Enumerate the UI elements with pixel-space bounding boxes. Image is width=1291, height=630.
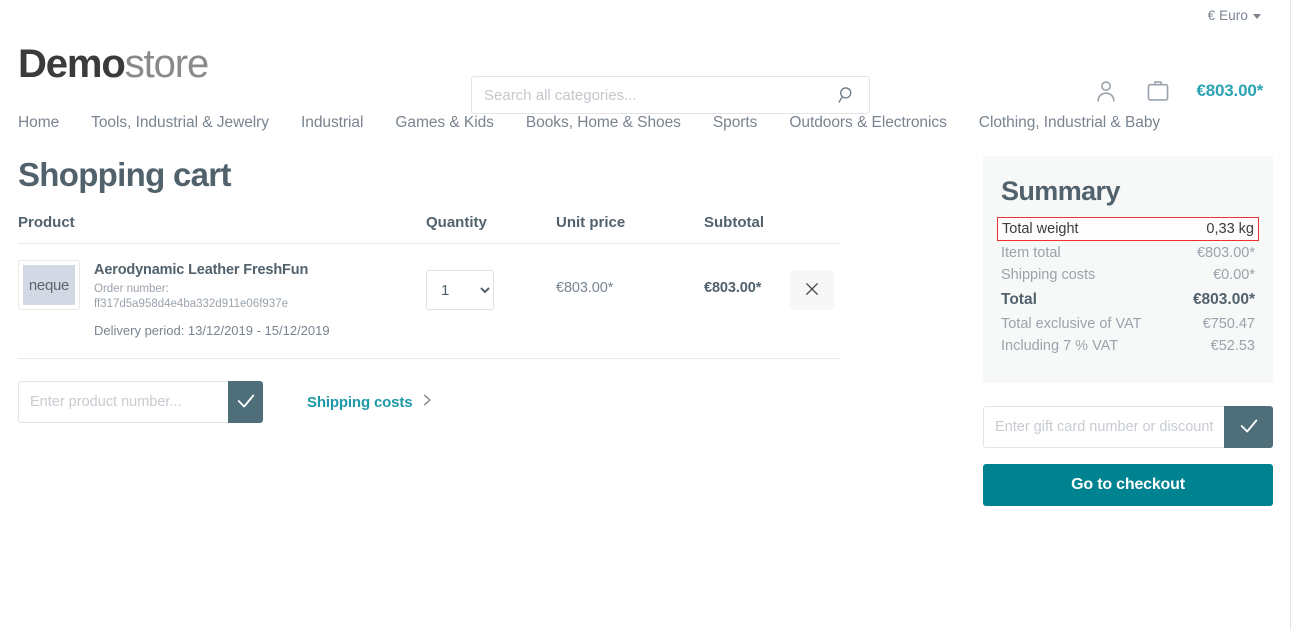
currency-label: € Euro <box>1208 8 1248 23</box>
remove-item-button[interactable] <box>790 270 834 310</box>
nav-item-tools[interactable]: Tools, Industrial & Jewelry <box>91 114 269 132</box>
summary-value-shipping-costs: €0.00* <box>1213 267 1255 283</box>
layout-spacer <box>840 138 983 506</box>
header-cart-total[interactable]: €803.00* <box>1197 81 1263 101</box>
product-delivery-period: Delivery period: 13/12/2019 - 15/12/2019 <box>94 323 330 338</box>
go-to-checkout-button[interactable]: Go to checkout <box>983 464 1273 506</box>
nav-item-industrial[interactable]: Industrial <box>301 114 363 132</box>
product-order-number-label: Order number: <box>94 282 330 297</box>
nav-item-games-kids[interactable]: Games & Kids <box>395 114 493 132</box>
cart-table-header: Product Quantity Unit price Subtotal <box>18 214 840 244</box>
search-input[interactable] <box>484 87 837 104</box>
summary-row-including-vat: Including 7 % VAT €52.53 <box>1001 335 1255 357</box>
summary-label-item-total: Item total <box>1001 245 1061 261</box>
summary-value-total-weight: 0,33 kg <box>1206 221 1254 237</box>
promo-code-submit-button[interactable] <box>1224 406 1273 448</box>
summary-label-total: Total <box>1001 291 1037 309</box>
product-subtotal: €803.00* <box>704 260 790 296</box>
product-unit-price: €803.00* <box>556 260 704 296</box>
summary-label-shipping-costs: Shipping costs <box>1001 267 1095 283</box>
logo-bold-part: Demo <box>18 42 125 86</box>
site-header: Demostore <box>0 30 1291 98</box>
column-header-unit-price: Unit price <box>556 214 704 231</box>
summary-row-shipping-costs: Shipping costs €0.00* <box>1001 264 1255 286</box>
product-number-submit-button[interactable] <box>228 381 263 423</box>
summary-title: Summary <box>1001 176 1255 207</box>
page-title: Shopping cart <box>18 156 840 194</box>
summary-column: Summary Total weight 0,33 kg Item total … <box>983 138 1273 506</box>
summary-value-total-excl-vat: €750.47 <box>1203 316 1255 332</box>
summary-value-item-total: €803.00* <box>1197 245 1255 261</box>
cart-column: Shopping cart Product Quantity Unit pric… <box>18 138 840 506</box>
product-number-input[interactable] <box>18 381 228 423</box>
nav-item-clothing[interactable]: Clothing, Industrial & Baby <box>979 114 1160 132</box>
nav-item-outdoors[interactable]: Outdoors & Electronics <box>789 114 946 132</box>
main-content: Shopping cart Product Quantity Unit pric… <box>0 138 1291 506</box>
summary-panel: Summary Total weight 0,33 kg Item total … <box>983 156 1273 383</box>
summary-value-total: €803.00* <box>1193 291 1255 309</box>
check-icon <box>235 390 257 415</box>
column-header-product: Product <box>18 214 426 231</box>
header-actions: €803.00* <box>1093 78 1263 104</box>
search-bar[interactable] <box>471 76 870 114</box>
shipping-costs-link[interactable]: Shipping costs <box>307 393 434 412</box>
summary-label-including-vat: Including 7 % VAT <box>1001 338 1118 354</box>
nav-item-books-home[interactable]: Books, Home & Shoes <box>526 114 681 132</box>
summary-row-item-total: Item total €803.00* <box>1001 242 1255 264</box>
chevron-right-icon <box>420 393 434 412</box>
logo-light-part: store <box>125 42 208 86</box>
column-header-quantity: Quantity <box>426 214 556 231</box>
check-icon <box>1238 415 1260 440</box>
close-icon <box>803 280 821 301</box>
summary-value-including-vat: €52.53 <box>1211 338 1255 354</box>
user-icon[interactable] <box>1093 78 1119 104</box>
product-order-number: ff317d5a958d4e4ba332d911e06f937e <box>94 297 330 312</box>
product-thumbnail-label: neque <box>23 265 75 305</box>
shopping-bag-icon[interactable] <box>1145 78 1171 104</box>
promo-code-input[interactable] <box>983 406 1224 448</box>
page-root: € Euro Demostore <box>0 0 1291 630</box>
quantity-select[interactable]: 1234 5678 910 <box>426 270 494 310</box>
cart-product-cell: neque Aerodynamic Leather FreshFun Order… <box>18 260 426 338</box>
summary-row-total: Total €803.00* <box>1001 286 1255 313</box>
search-icon[interactable] <box>837 85 857 105</box>
summary-row-total-weight: Total weight 0,33 kg <box>997 217 1259 241</box>
column-header-subtotal: Subtotal <box>704 214 790 231</box>
table-row: neque Aerodynamic Leather FreshFun Order… <box>18 244 840 359</box>
cart-quantity-cell: 1234 5678 910 <box>426 260 556 310</box>
currency-selector[interactable]: € Euro <box>1208 8 1261 23</box>
summary-label-total-excl-vat: Total exclusive of VAT <box>1001 316 1142 332</box>
product-thumbnail[interactable]: neque <box>18 260 80 310</box>
product-number-group <box>18 381 263 423</box>
cart-bottom-actions: Shipping costs <box>18 381 840 423</box>
nav-item-sports[interactable]: Sports <box>713 114 758 132</box>
chevron-down-icon <box>1253 14 1261 19</box>
product-info: Aerodynamic Leather FreshFun Order numbe… <box>94 260 330 338</box>
product-name[interactable]: Aerodynamic Leather FreshFun <box>94 262 330 278</box>
promo-code-group <box>983 406 1273 448</box>
cart-actions-cell <box>790 260 840 310</box>
nav-item-home[interactable]: Home <box>18 114 59 132</box>
summary-row-total-excl-vat: Total exclusive of VAT €750.47 <box>1001 313 1255 335</box>
shipping-costs-link-label: Shipping costs <box>307 394 412 411</box>
top-utility-bar: € Euro <box>0 0 1291 30</box>
site-logo[interactable]: Demostore <box>18 44 208 84</box>
summary-label-total-weight: Total weight <box>1002 221 1079 237</box>
